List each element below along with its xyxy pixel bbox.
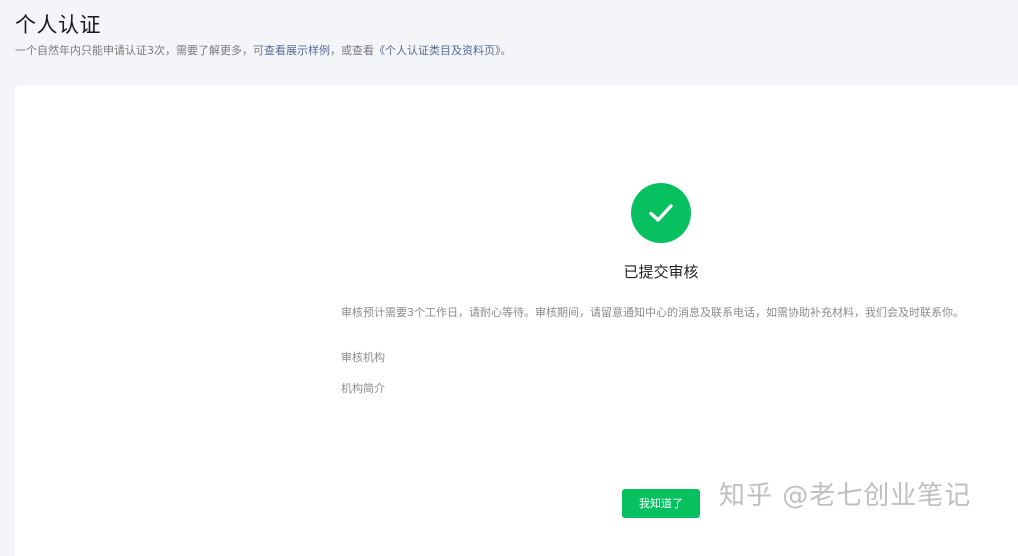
review-org-label: 审核机构 <box>341 351 385 364</box>
org-intro-label: 机构简介 <box>341 382 385 395</box>
page-title: 个人认证 <box>15 13 101 37</box>
subtitle-text: 一个自然年内只能申请认证3次，需要了解更多，可 <box>15 44 264 57</box>
watermark: 知乎 @老七创业笔记 <box>719 481 972 511</box>
got-it-button[interactable]: 我知道了 <box>622 489 700 518</box>
subtitle-text: ，或查看 <box>330 44 374 57</box>
status-title: 已提交审核 <box>623 263 699 281</box>
category-materials-link[interactable]: 《个人认证类目及资料页》 <box>374 44 501 57</box>
review-notice: 审核预计需要3个工作日，请耐心等待。审核期间，请留意通知中心的消息及联系电话，如… <box>341 306 964 319</box>
check-icon <box>631 183 691 243</box>
page-subtitle: 一个自然年内只能申请认证3次，需要了解更多，可查看展示样例，或查看《个人认证类目… <box>15 43 512 59</box>
view-sample-link[interactable]: 查看展示样例 <box>264 44 330 57</box>
subtitle-text: 。 <box>500 44 512 57</box>
